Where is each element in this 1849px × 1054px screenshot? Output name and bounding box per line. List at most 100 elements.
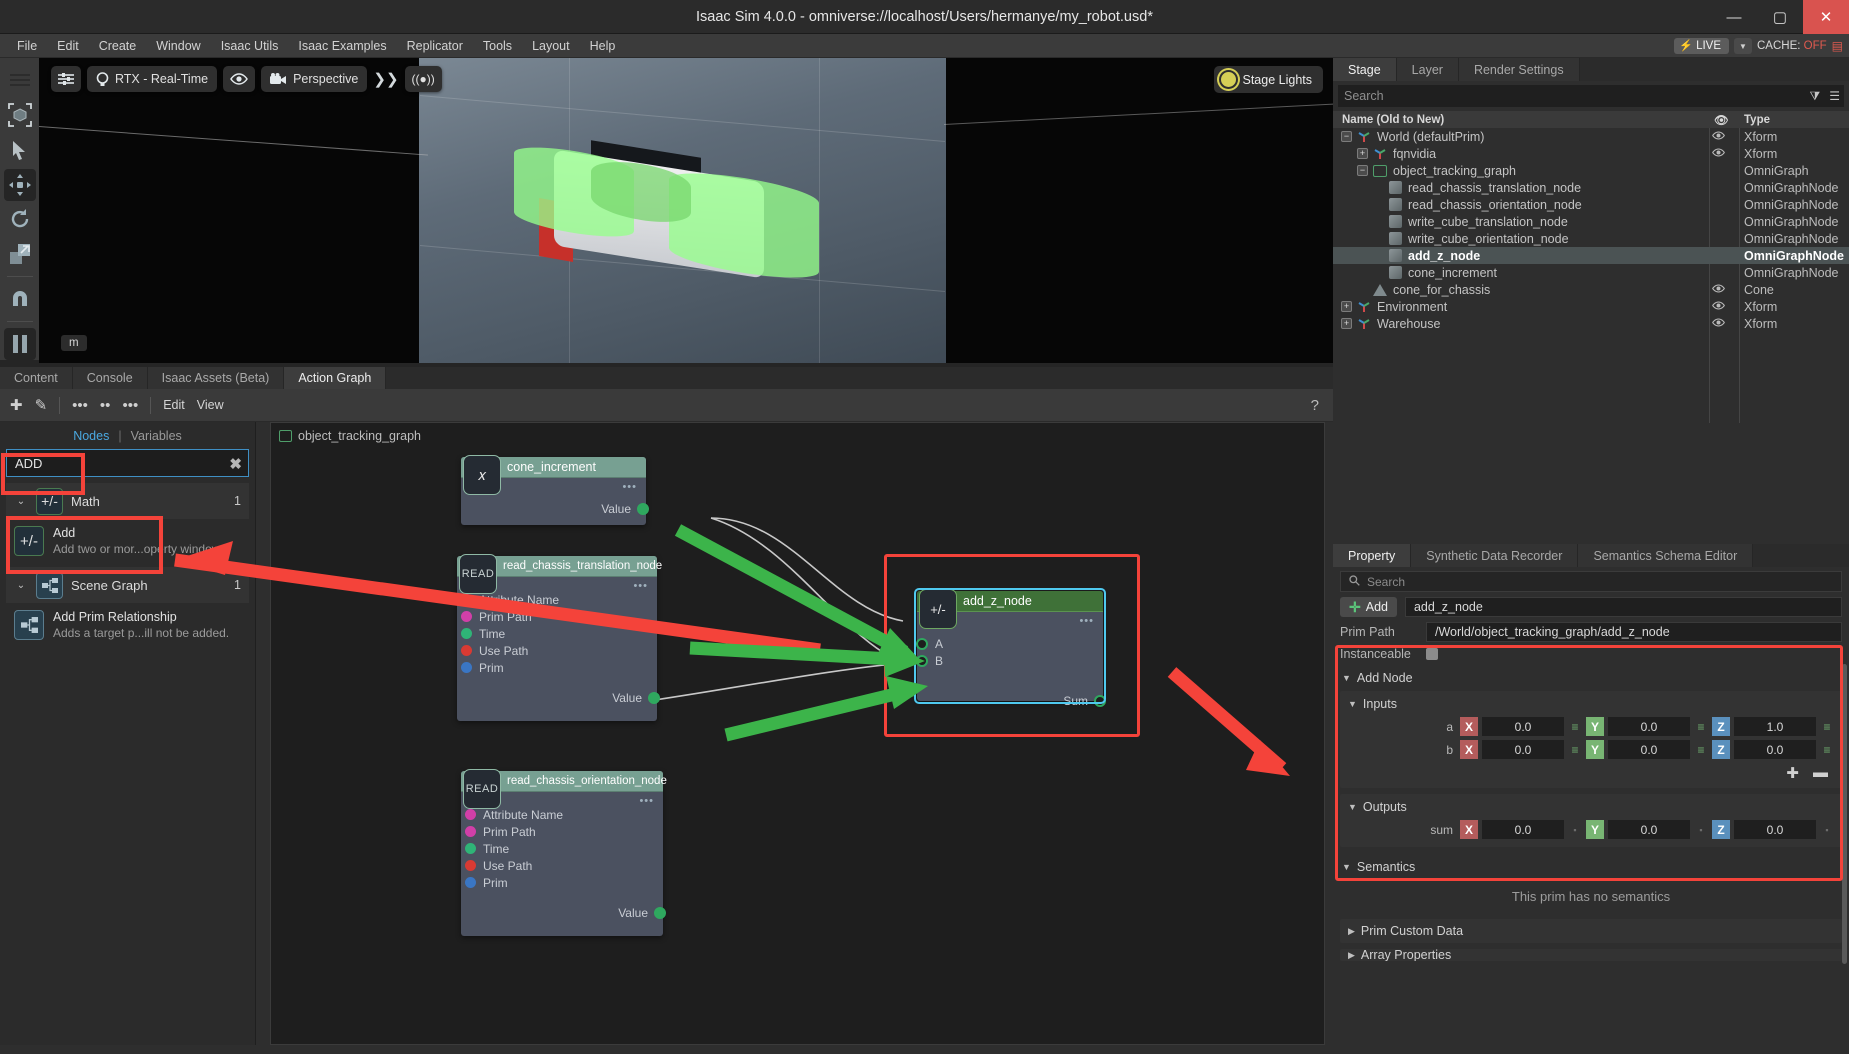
node-search-input[interactable] bbox=[6, 449, 249, 477]
collapse-icon[interactable]: − bbox=[1341, 131, 1352, 142]
maximize-button[interactable]: ▢ bbox=[1757, 0, 1803, 34]
collapse-icon[interactable]: − bbox=[1357, 165, 1368, 176]
table-row[interactable]: read_chassis_translation_node OmniGraphNo… bbox=[1333, 179, 1849, 196]
expand-icon[interactable]: + bbox=[1357, 148, 1368, 159]
table-row[interactable]: cone_for_chassis Cone bbox=[1333, 281, 1849, 298]
tab-isaac-assets[interactable]: Isaac Assets (Beta) bbox=[147, 367, 285, 389]
menu-isaac-utils[interactable]: Isaac Utils bbox=[212, 36, 288, 56]
chevron-down-icon[interactable]: ⌄ bbox=[14, 496, 28, 507]
tab-layer[interactable]: Layer bbox=[1396, 58, 1459, 81]
expand-icon[interactable]: + bbox=[1341, 318, 1352, 329]
column-type[interactable]: Type bbox=[1744, 114, 1770, 126]
node-menu-icon[interactable]: ••• bbox=[633, 580, 648, 592]
table-row[interactable]: + Warehouse Xform bbox=[1333, 315, 1849, 332]
port-dot[interactable] bbox=[465, 860, 476, 871]
snap-magnet-icon[interactable] bbox=[4, 283, 36, 315]
graph-view-menu[interactable]: View bbox=[197, 398, 224, 412]
tab-nodes[interactable]: Nodes bbox=[73, 429, 109, 443]
eye-icon[interactable] bbox=[1712, 147, 1725, 160]
rotate-tool-icon[interactable] bbox=[4, 204, 36, 236]
port-dot[interactable] bbox=[465, 809, 476, 820]
port-dot[interactable] bbox=[461, 628, 472, 639]
node-menu-icon[interactable]: ••• bbox=[639, 795, 654, 807]
tab-variables[interactable]: Variables bbox=[131, 429, 182, 443]
menu-replicator[interactable]: Replicator bbox=[398, 36, 472, 56]
prim-custom-data-section[interactable]: ▶ Prim Custom Data bbox=[1340, 919, 1842, 943]
property-search-input[interactable]: Search bbox=[1340, 571, 1842, 592]
port-dot[interactable] bbox=[648, 691, 660, 704]
category-row-math[interactable]: ⌄ +/- Math 1 bbox=[6, 483, 249, 519]
table-row[interactable]: + Environment Xform bbox=[1333, 298, 1849, 315]
chevron-down-icon[interactable]: ▼ bbox=[1734, 38, 1752, 54]
table-row[interactable]: write_cube_orientation_node OmniGraphNode bbox=[1333, 230, 1849, 247]
tab-console[interactable]: Console bbox=[72, 367, 148, 389]
menu-layout[interactable]: Layout bbox=[523, 36, 579, 56]
table-row[interactable]: − object_tracking_graph OmniGraph bbox=[1333, 162, 1849, 179]
edit-graph-icon[interactable]: ✎ bbox=[35, 396, 48, 414]
stage-lights-button[interactable]: Stage Lights bbox=[1213, 66, 1323, 93]
table-row[interactable]: cone_increment OmniGraphNode bbox=[1333, 264, 1849, 281]
tab-content[interactable]: Content bbox=[0, 367, 73, 389]
overflow-dots-2-icon[interactable]: •• bbox=[100, 397, 111, 414]
table-row[interactable]: − World (defaultPrim) Xform bbox=[1333, 128, 1849, 145]
viewport[interactable]: RTX - Real-Time Perspective ❯❯ ((●)) Sta… bbox=[39, 58, 1333, 363]
port-dot[interactable] bbox=[461, 645, 472, 656]
menu-create[interactable]: Create bbox=[90, 36, 146, 56]
menu-help[interactable]: Help bbox=[581, 36, 625, 56]
graph-edit-menu[interactable]: Edit bbox=[163, 398, 185, 412]
tab-action-graph[interactable]: Action Graph bbox=[284, 367, 387, 389]
tab-property[interactable]: Property bbox=[1333, 544, 1412, 567]
help-icon[interactable]: ? bbox=[1311, 397, 1319, 414]
graph-node-cone-increment[interactable]: 𝑥 cone_increment ••• Value bbox=[461, 455, 649, 525]
port-dot[interactable] bbox=[465, 826, 476, 837]
tab-render-settings[interactable]: Render Settings bbox=[1458, 58, 1580, 81]
viewport-settings-button[interactable] bbox=[51, 66, 81, 92]
port-dot[interactable] bbox=[461, 594, 472, 605]
add-property-button[interactable]: ✛ Add bbox=[1340, 597, 1397, 617]
visibility-button[interactable] bbox=[223, 66, 256, 92]
prim-path-field[interactable]: /World/object_tracking_graph/add_z_node bbox=[1426, 622, 1842, 642]
graph-node-read-chassis-translation[interactable]: READ read_chassis_translation_node ••• A… bbox=[457, 554, 662, 721]
port-dot[interactable] bbox=[637, 502, 649, 515]
menu-edit[interactable]: Edit bbox=[48, 36, 88, 56]
add-graph-icon[interactable]: ✚ bbox=[10, 396, 23, 414]
close-icon[interactable]: ✖ bbox=[229, 455, 242, 473]
eye-icon[interactable] bbox=[1712, 283, 1725, 296]
table-row[interactable]: write_cube_translation_node OmniGraphNode bbox=[1333, 213, 1849, 230]
cursor-arrow-icon[interactable] bbox=[4, 134, 36, 166]
array-properties-section[interactable]: ▶ Array Properties bbox=[1340, 949, 1842, 961]
tab-semantics-schema-editor[interactable]: Semantics Schema Editor bbox=[1578, 544, 1754, 567]
list-item-add-node[interactable]: +/- Add Add two or mor...operty window. bbox=[6, 521, 249, 561]
graph-canvas[interactable]: object_tracking_graph 𝑥 cone_increment •… bbox=[270, 422, 1325, 1045]
tab-synthetic-data-recorder[interactable]: Synthetic Data Recorder bbox=[1411, 544, 1579, 567]
scale-tool-icon[interactable] bbox=[4, 238, 36, 270]
node-menu-icon[interactable]: ••• bbox=[622, 481, 637, 493]
table-row[interactable]: read_chassis_orientation_node OmniGraphNo… bbox=[1333, 196, 1849, 213]
select-bounds-icon[interactable] bbox=[4, 99, 36, 131]
pause-icon[interactable] bbox=[3, 328, 36, 360]
audio-button[interactable]: ((●)) bbox=[404, 66, 442, 92]
menu-lines-icon[interactable] bbox=[4, 64, 36, 96]
table-row[interactable]: + fqnvidia Xform bbox=[1333, 145, 1849, 162]
eye-icon[interactable] bbox=[1712, 317, 1725, 330]
graph-node-read-chassis-orientation[interactable]: READ read_chassis_orientation_node ••• A… bbox=[461, 769, 667, 936]
port-dot[interactable] bbox=[461, 611, 472, 622]
tab-stage[interactable]: Stage bbox=[1333, 58, 1397, 81]
expand-icon[interactable]: + bbox=[1341, 301, 1352, 312]
overflow-dots-1-icon[interactable]: ••• bbox=[72, 397, 88, 414]
camera-button[interactable]: Perspective bbox=[261, 66, 368, 92]
port-dot[interactable] bbox=[654, 906, 666, 919]
menu-window[interactable]: Window bbox=[147, 36, 209, 56]
chevron-down-icon[interactable]: ⌄ bbox=[14, 580, 28, 591]
render-mode-button[interactable]: RTX - Real-Time bbox=[87, 66, 218, 92]
expand-chevrons-icon[interactable]: ❯❯ bbox=[373, 70, 398, 88]
table-row[interactable]: add_z_node OmniGraphNode bbox=[1333, 247, 1849, 264]
list-item-add-prim-relationship[interactable]: Add Prim Relationship Adds a target p...… bbox=[6, 605, 249, 645]
category-row-scene-graph[interactable]: ⌄ Scene Graph 1 bbox=[6, 567, 249, 603]
port-dot[interactable] bbox=[461, 662, 472, 673]
stage-search-input[interactable]: Search ⧩ ☰ bbox=[1338, 85, 1844, 107]
menu-file[interactable]: File bbox=[8, 36, 46, 56]
live-button[interactable]: ⚡ LIVE bbox=[1674, 38, 1729, 54]
eye-icon[interactable] bbox=[1712, 300, 1725, 313]
menu-isaac-examples[interactable]: Isaac Examples bbox=[289, 36, 395, 56]
